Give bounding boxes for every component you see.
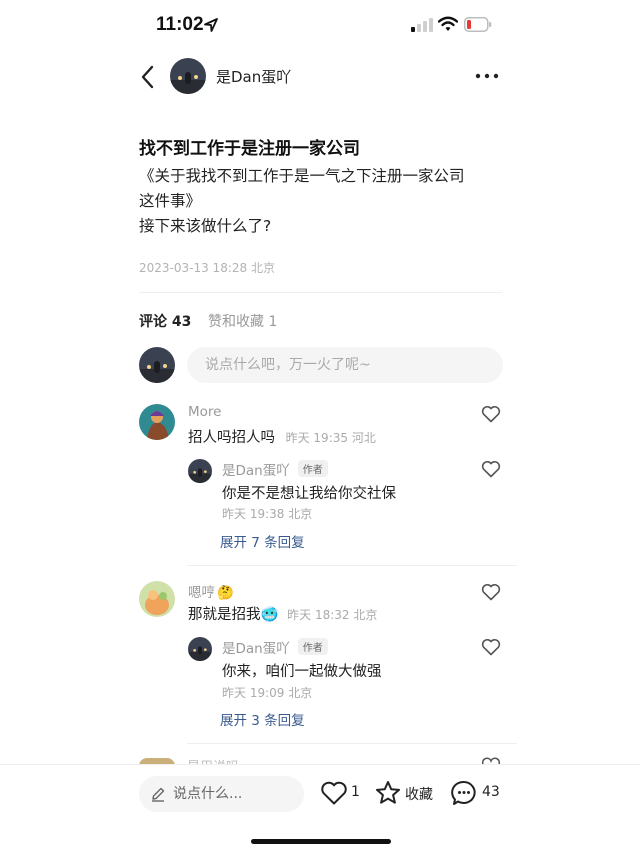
expand-replies-link[interactable]: 展开 3 条回复	[220, 709, 305, 729]
like-heart-icon[interactable]	[481, 405, 501, 423]
back-arrow-icon[interactable]	[138, 64, 158, 90]
post-body-line: 这件事》	[139, 192, 202, 210]
comment-text: 招人吗招人吗 昨天 19:35 河北	[188, 426, 376, 447]
reply-author-name[interactable]: 是Dan蛋吖	[222, 641, 290, 657]
favorite-label[interactable]: 收藏	[405, 784, 433, 804]
like-heart-icon[interactable]	[481, 638, 501, 656]
comment-text: 那就是招我🥶 昨天 18:32 北京	[188, 603, 377, 624]
comment-input[interactable]: 说点什么吧，万一火了呢~	[187, 347, 503, 383]
divider	[139, 292, 502, 293]
reply-text: 你是不是想让我给你交社保	[222, 486, 396, 502]
tab-likes-favorites[interactable]: 赞和收藏 1	[208, 311, 277, 331]
reply-text: 你来，咱们一起做大做强	[222, 664, 382, 680]
comment-body: 那就是招我	[188, 607, 261, 623]
comment-meta: 昨天 19:35 河北	[285, 431, 376, 445]
like-heart-icon[interactable]	[481, 460, 501, 478]
author-avatar[interactable]	[170, 58, 206, 94]
status-time: 11:02	[156, 14, 204, 35]
author-badge: 作者	[297, 460, 328, 477]
thinking-face-emoji: 🤔	[217, 585, 234, 601]
reply-meta: 昨天 19:38 北京	[222, 507, 313, 521]
wifi-icon	[438, 16, 458, 31]
like-heart-icon[interactable]	[320, 780, 348, 806]
post-date-location: 2023-03-13 18:28 北京	[139, 261, 275, 275]
commenter-name-text[interactable]: 嗯哼	[188, 585, 215, 601]
commenter-avatar[interactable]	[139, 581, 175, 617]
pen-icon	[152, 787, 165, 802]
star-icon[interactable]	[374, 779, 402, 807]
post-body-line: 《关于我找不到工作于是一气之下注册一家公司	[139, 167, 465, 185]
battery-icon	[464, 17, 492, 32]
post-body: 《关于我找不到工作于是一气之下注册一家公司 这件事》 接下来该做什么了?	[139, 164, 504, 239]
commenter-name[interactable]: 是用说吗	[187, 756, 257, 764]
commenter-name[interactable]: More	[188, 404, 221, 420]
commenter-name[interactable]: 嗯哼 🤔	[188, 581, 234, 601]
home-indicator[interactable]	[251, 839, 391, 844]
like-heart-icon[interactable]	[482, 757, 500, 764]
tab-comments[interactable]: 评论 43	[139, 311, 191, 331]
divider	[187, 565, 517, 566]
author-name[interactable]: 是Dan蛋吖	[216, 66, 291, 87]
reply-avatar[interactable]	[188, 459, 212, 483]
cellular-signal-icon	[411, 18, 433, 32]
reply-author-name[interactable]: 是Dan蛋吖	[222, 463, 290, 479]
current-user-avatar	[139, 347, 175, 383]
reply-avatar[interactable]	[188, 637, 212, 661]
status-bar: 11:02	[0, 0, 640, 50]
like-heart-icon[interactable]	[481, 583, 501, 601]
commenter-avatar[interactable]	[139, 404, 175, 440]
reply-author[interactable]: 是Dan蛋吖 作者	[222, 459, 328, 479]
cold-face-emoji: 🥶	[260, 607, 279, 623]
author-badge: 作者	[297, 638, 328, 655]
comment-bubble-icon[interactable]	[450, 779, 478, 807]
comment-count: 43	[482, 784, 500, 800]
reply-author[interactable]: 是Dan蛋吖 作者	[222, 637, 328, 657]
like-count: 1	[351, 784, 360, 800]
comment-meta: 昨天 18:32 北京	[287, 608, 378, 622]
reply-meta: 昨天 19:09 北京	[222, 686, 313, 700]
more-options-icon[interactable]	[474, 68, 500, 84]
post-title: 找不到工作于是注册一家公司	[139, 139, 360, 159]
post-body-line: 接下来该做什么了?	[139, 217, 272, 235]
divider	[187, 743, 517, 744]
comment-body: 招人吗招人吗	[188, 430, 275, 446]
location-arrow-icon	[204, 18, 218, 32]
expand-replies-link[interactable]: 展开 7 条回复	[220, 531, 305, 551]
